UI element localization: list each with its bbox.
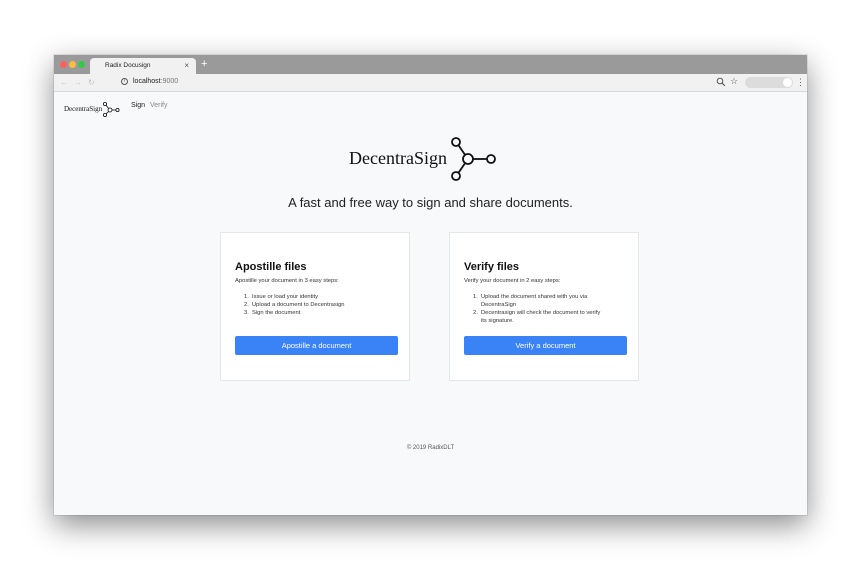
step-number: 2. bbox=[473, 310, 478, 316]
step-text: Issue or load your identity bbox=[252, 294, 319, 300]
apostille-document-button[interactable]: Apostille a document bbox=[235, 336, 398, 355]
step-item: its signature. bbox=[464, 317, 632, 325]
tagline: A fast and free way to sign and share do… bbox=[288, 195, 573, 210]
browser-window: Radix Docusign × + ← → ↻ i localhost:900… bbox=[54, 55, 807, 515]
avatar bbox=[783, 78, 792, 87]
step-text: Upload the document shared with you via bbox=[481, 294, 588, 300]
hero-brand-text: DecentraSign bbox=[349, 148, 447, 168]
card-verify: Verify files Verify your document in 2 e… bbox=[449, 232, 639, 381]
bookmark-star-icon[interactable]: ☆ bbox=[730, 76, 738, 87]
step-number: 1. bbox=[473, 294, 478, 300]
card-apostille: Apostille files Apostille your document … bbox=[220, 232, 410, 381]
nav-brand[interactable]: DecentraSign bbox=[64, 101, 120, 117]
url-port: :9000 bbox=[160, 78, 179, 85]
step-number: 1. bbox=[244, 294, 249, 300]
step-item: 2. Decentrasign will check the document t… bbox=[464, 309, 632, 317]
info-icon[interactable]: i bbox=[121, 78, 128, 85]
app-page: DecentraSign Sign Verify DecentraSign A … bbox=[54, 92, 807, 515]
window-close-button[interactable] bbox=[60, 61, 67, 68]
url-host: localhost bbox=[133, 78, 161, 85]
menu-dots-icon[interactable]: ⋮ bbox=[796, 77, 805, 87]
browser-toolbar: ← → ↻ i localhost:9000 ☆ ⋮ bbox=[54, 74, 807, 92]
steps-list: 1. Upload the document shared with you vi… bbox=[464, 293, 632, 325]
back-arrow-icon[interactable]: ← bbox=[60, 78, 68, 87]
step-text: DecentraSign bbox=[481, 302, 517, 308]
step-number: 3. bbox=[244, 310, 249, 316]
step-item: 1. Issue or load your identity bbox=[235, 293, 403, 301]
step-item: 3. Sign the document bbox=[235, 309, 403, 317]
new-tab-button[interactable]: + bbox=[201, 58, 207, 70]
reload-icon[interactable]: ↻ bbox=[88, 78, 95, 87]
profile-pill[interactable] bbox=[745, 77, 793, 88]
tab-close-icon[interactable]: × bbox=[184, 61, 189, 70]
verify-document-button[interactable]: Verify a document bbox=[464, 336, 627, 355]
step-text: its signature. bbox=[481, 318, 514, 324]
card-description: Apostille your document in 3 easy steps: bbox=[235, 278, 339, 284]
step-item: DecentraSign bbox=[464, 301, 632, 309]
step-text: Sign the document bbox=[252, 310, 301, 316]
card-title: Apostille files bbox=[235, 261, 307, 273]
nav-logo-icon bbox=[103, 101, 120, 117]
window-maximize-button[interactable] bbox=[78, 61, 85, 68]
steps-list: 1. Issue or load your identity 2. Upload a… bbox=[235, 293, 403, 317]
step-item: 2. Upload a document to Decentrasign bbox=[235, 301, 403, 309]
card-title: Verify files bbox=[464, 261, 520, 273]
nav-link-sign[interactable]: Sign bbox=[131, 102, 145, 109]
tab-title: Radix Docusign bbox=[105, 62, 151, 69]
forward-arrow-icon[interactable]: → bbox=[74, 78, 82, 87]
zoom-icon[interactable] bbox=[716, 77, 726, 87]
footer-copyright: © 2019 RadixDLT bbox=[406, 445, 455, 451]
address-bar[interactable]: localhost:9000 bbox=[133, 78, 178, 85]
step-number: 2. bbox=[244, 302, 249, 308]
node-graph-icon bbox=[451, 137, 496, 181]
browser-tab[interactable]: Radix Docusign × bbox=[90, 58, 196, 74]
nav-link-verify[interactable]: Verify bbox=[150, 102, 168, 109]
browser-tab-bar: Radix Docusign × + bbox=[54, 55, 807, 74]
step-item: 1. Upload the document shared with you vi… bbox=[464, 293, 632, 301]
step-text: Decentrasign will check the document to … bbox=[481, 310, 601, 316]
hero: DecentraSign bbox=[54, 132, 807, 192]
card-description: Verify your document in 2 easy steps: bbox=[464, 278, 561, 284]
window-minimize-button[interactable] bbox=[69, 61, 76, 68]
nav-brand-text: DecentraSign bbox=[64, 105, 103, 113]
step-text: Upload a document to Decentrasign bbox=[252, 302, 345, 308]
